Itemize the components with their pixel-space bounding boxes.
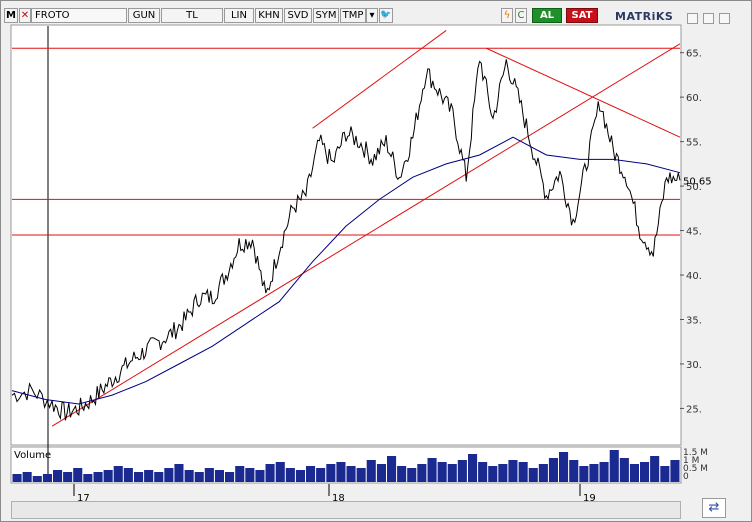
volume-bar: [609, 450, 619, 482]
volume-bar: [42, 474, 52, 482]
volume-bar: [326, 464, 336, 482]
volume-bar: [225, 472, 235, 482]
x-tick-label: 18: [332, 493, 345, 501]
volume-bar: [559, 452, 569, 482]
price-chart[interactable]: 25.30.35.40.45.50.55.60.65.50.65Volume 1.…: [1, 1, 752, 501]
volume-bar: [235, 466, 245, 482]
volume-bar: [134, 472, 144, 482]
y-tick-label: 30.: [686, 360, 702, 371]
volume-bar: [204, 468, 214, 482]
volume-bar: [285, 468, 295, 482]
volume-bar: [518, 462, 528, 482]
volume-bar: [468, 454, 478, 482]
chart-window: M ✕ FROTO GUN TL LIN KHN SVD SYM TMP ▾ 🐦…: [0, 0, 752, 522]
volume-bar: [265, 464, 275, 482]
volume-bar: [488, 466, 498, 482]
volume-bar: [12, 474, 22, 482]
volume-bar: [387, 456, 397, 482]
sync-icon[interactable]: ⇄: [702, 498, 726, 518]
volume-bar: [164, 468, 174, 482]
volume-bar: [427, 458, 437, 482]
x-tick-label: 19: [583, 493, 596, 501]
volume-bar: [407, 468, 417, 482]
volume-bar: [528, 468, 538, 482]
y-tick-label: 55.: [686, 138, 702, 149]
volume-bar: [366, 460, 376, 482]
volume-bar: [154, 472, 164, 482]
volume-label: Volume: [14, 450, 51, 461]
volume-tick-label: 0: [683, 472, 689, 482]
x-tick-label: 17: [77, 493, 90, 501]
volume-bar: [113, 466, 123, 482]
volume-bar: [579, 466, 589, 482]
volume-bar: [670, 460, 680, 482]
volume-bar: [640, 462, 650, 482]
volume-bar: [569, 460, 579, 482]
volume-bar: [184, 470, 194, 482]
volume-bar: [295, 470, 305, 482]
volume-bar: [103, 470, 113, 482]
volume-bar: [589, 464, 599, 482]
volume-bar: [376, 464, 386, 482]
last-value-label: 50.65: [683, 176, 712, 187]
volume-bar: [245, 468, 255, 482]
volume-bar: [32, 476, 42, 482]
volume-bar: [316, 468, 326, 482]
volume-bar: [447, 464, 457, 482]
volume-bar: [93, 472, 103, 482]
volume-bar: [144, 470, 154, 482]
volume-bar: [63, 472, 73, 482]
volume-bar: [629, 464, 639, 482]
volume-bar: [22, 472, 32, 482]
volume-bar: [214, 470, 224, 482]
volume-bar: [457, 460, 467, 482]
volume-bar: [275, 462, 285, 482]
y-tick-label: 65.: [686, 49, 702, 60]
volume-bar: [660, 466, 670, 482]
volume-bar: [650, 456, 660, 482]
volume-bar: [599, 462, 609, 482]
volume-bar: [73, 468, 83, 482]
volume-bar: [346, 466, 356, 482]
volume-bar: [83, 474, 93, 482]
volume-bar: [306, 466, 316, 482]
y-tick-label: 45.: [686, 227, 702, 238]
volume-bar: [53, 470, 63, 482]
volume-bar: [336, 462, 346, 482]
volume-bar: [498, 464, 508, 482]
y-tick-label: 35.: [686, 315, 702, 326]
volume-bar: [397, 466, 407, 482]
y-tick-label: 40.: [686, 271, 702, 282]
volume-bar: [437, 462, 447, 482]
volume-bar: [548, 458, 558, 482]
volume-bar: [508, 460, 518, 482]
horizontal-scrollbar[interactable]: [11, 501, 681, 519]
y-tick-label: 25.: [686, 404, 702, 415]
volume-bar: [417, 464, 427, 482]
volume-bar: [538, 464, 548, 482]
volume-bar: [619, 458, 629, 482]
volume-bar: [255, 470, 265, 482]
volume-bar: [356, 468, 366, 482]
volume-bar: [123, 468, 133, 482]
volume-bar: [174, 464, 184, 482]
volume-bar: [478, 462, 488, 482]
y-tick-label: 60.: [686, 93, 702, 104]
volume-bar: [194, 472, 204, 482]
